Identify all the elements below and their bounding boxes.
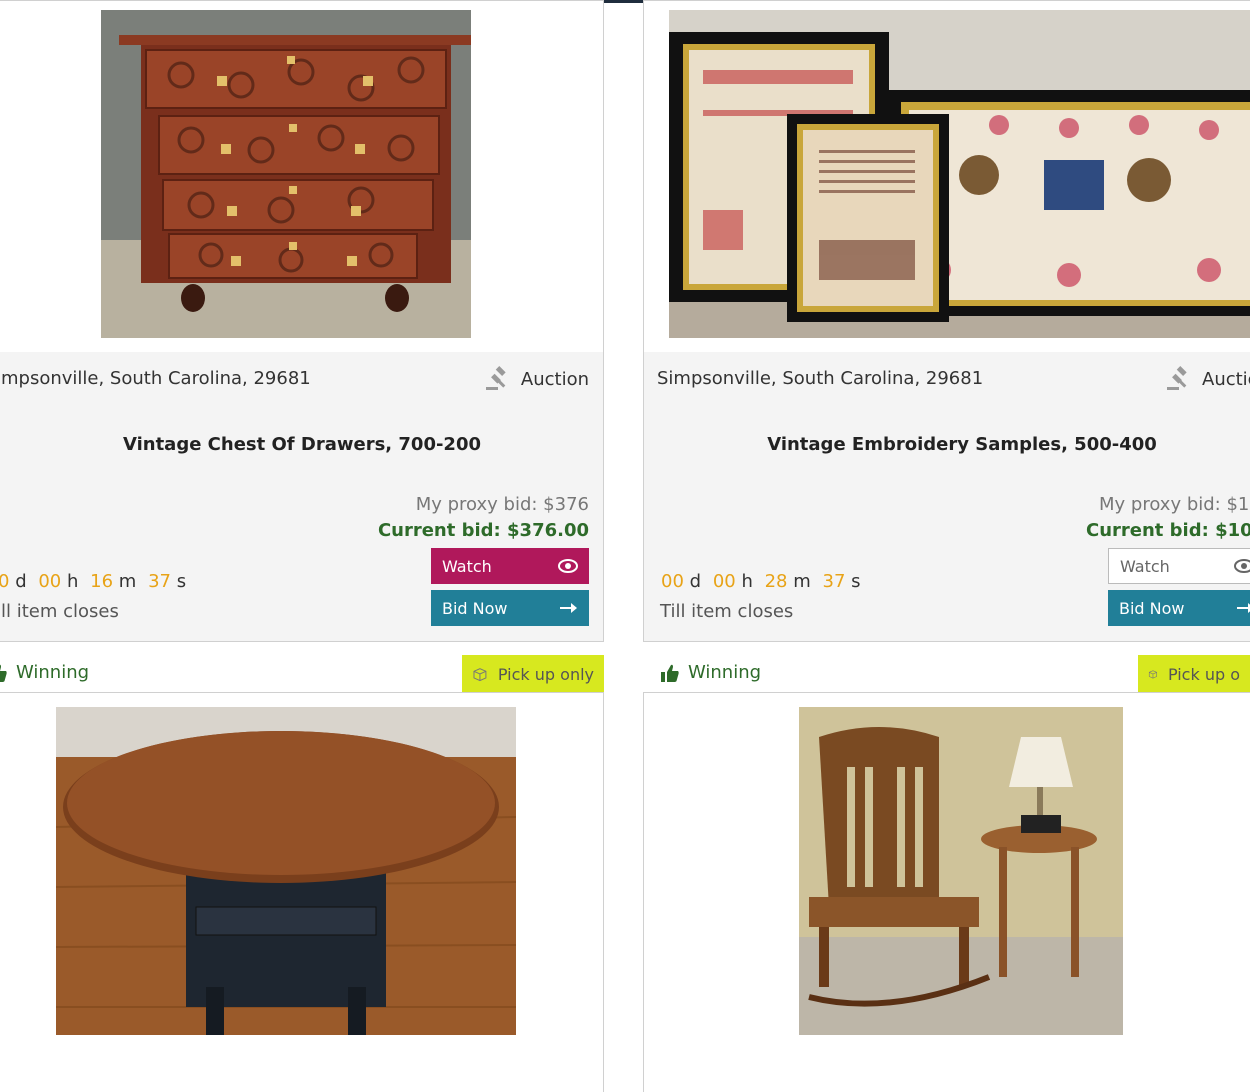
thumbs-up-icon <box>0 664 7 682</box>
timer-hours: 00 <box>38 571 62 592</box>
timer-seconds-unit: s <box>176 571 187 592</box>
watch-button-label: Watch <box>1120 556 1170 576</box>
current-bid: Current bid: $376.00 <box>377 520 589 541</box>
listing-title[interactable]: Vintage Chest Of Drawers, 700-200 <box>0 434 603 455</box>
listing-card[interactable] <box>643 692 1250 1092</box>
pickup-only-badge: Pick up o <box>1138 655 1250 693</box>
timer-seconds: 37 <box>822 571 846 592</box>
winning-status: Winning <box>0 662 89 683</box>
round-table-image[interactable] <box>56 707 516 1035</box>
rocking-chair-image[interactable] <box>799 707 1123 1035</box>
countdown-timer: 00 d 00 h 28 m 37 s <box>661 571 861 592</box>
proxy-bid: My proxy bid: $376 <box>415 494 589 515</box>
watch-button[interactable]: Watch <box>431 548 589 584</box>
arrow-right-icon <box>1237 603 1250 613</box>
package-icon <box>1148 670 1158 679</box>
auction-label: Auction <box>520 368 589 390</box>
timer-minutes: 28 <box>764 571 788 592</box>
timer-hours-unit: h <box>741 571 753 592</box>
listing-card[interactable]: Simpsonville, South Carolina, 29681 Auct… <box>643 0 1250 642</box>
timer-minutes: 16 <box>90 571 114 592</box>
arrow-right-icon <box>560 603 577 613</box>
eye-icon <box>1234 559 1250 573</box>
proxy-bid: My proxy bid: $15 <box>1099 494 1250 515</box>
bid-now-label: Bid Now <box>442 598 508 618</box>
till-item-closes-label: Till item closes <box>660 601 794 622</box>
timer-days-unit: d <box>689 571 702 592</box>
timer-seconds-unit: s <box>851 571 861 592</box>
auction-type-label: Auctic <box>1166 366 1250 392</box>
timer-hours-unit: h <box>67 571 79 592</box>
listing-card[interactable]: mpsonville, South Carolina, 29681 Auctio… <box>0 0 604 642</box>
timer-minutes-unit: m <box>793 571 811 592</box>
gavel-icon <box>1167 366 1187 390</box>
listing-location: mpsonville, South Carolina, 29681 <box>1 368 311 389</box>
pickup-only-badge: Pick up only <box>462 655 604 693</box>
watch-button-label: Watch <box>442 556 492 576</box>
pickup-label: Pick up o <box>1167 664 1240 684</box>
current-bid: Current bid: $105.0 <box>1086 520 1250 541</box>
listing-title[interactable]: Vintage Embroidery Samples, 500-400 <box>644 434 1250 455</box>
winning-label: Winning <box>16 662 90 683</box>
auction-type-label: Auction <box>485 366 589 392</box>
bid-now-button[interactable]: Bid Now <box>1108 590 1250 626</box>
auction-label: Auctic <box>1202 368 1250 390</box>
timer-days: 0 <box>0 571 9 592</box>
listing-location: Simpsonville, South Carolina, 29681 <box>657 368 984 389</box>
winning-status: Winning <box>660 662 761 683</box>
listing-info: mpsonville, South Carolina, 29681 Auctio… <box>0 352 603 641</box>
watch-button[interactable]: Watch <box>1108 548 1250 584</box>
till-item-closes-label: ll item closes <box>1 601 119 622</box>
bid-now-label: Bid Now <box>1119 598 1185 618</box>
timer-days-unit: d <box>15 571 27 592</box>
gavel-icon <box>485 366 506 390</box>
chest-of-drawers-image[interactable] <box>101 10 471 338</box>
timer-minutes-unit: m <box>118 571 137 592</box>
timer-days: 00 <box>661 571 684 592</box>
listing-card[interactable] <box>0 692 604 1092</box>
eye-icon <box>558 559 578 573</box>
countdown-timer: 0 d 00 h 16 m 37 s <box>0 571 186 592</box>
bid-now-button[interactable]: Bid Now <box>431 590 589 626</box>
timer-hours: 00 <box>712 571 736 592</box>
winning-label: Winning <box>688 662 762 683</box>
thumbs-up-icon <box>661 664 679 682</box>
embroidery-samples-image[interactable] <box>669 10 1250 338</box>
timer-seconds: 37 <box>148 571 171 592</box>
package-icon <box>473 668 487 682</box>
listing-info: Simpsonville, South Carolina, 29681 Auct… <box>644 352 1250 641</box>
pickup-label: Pick up only <box>497 664 594 684</box>
